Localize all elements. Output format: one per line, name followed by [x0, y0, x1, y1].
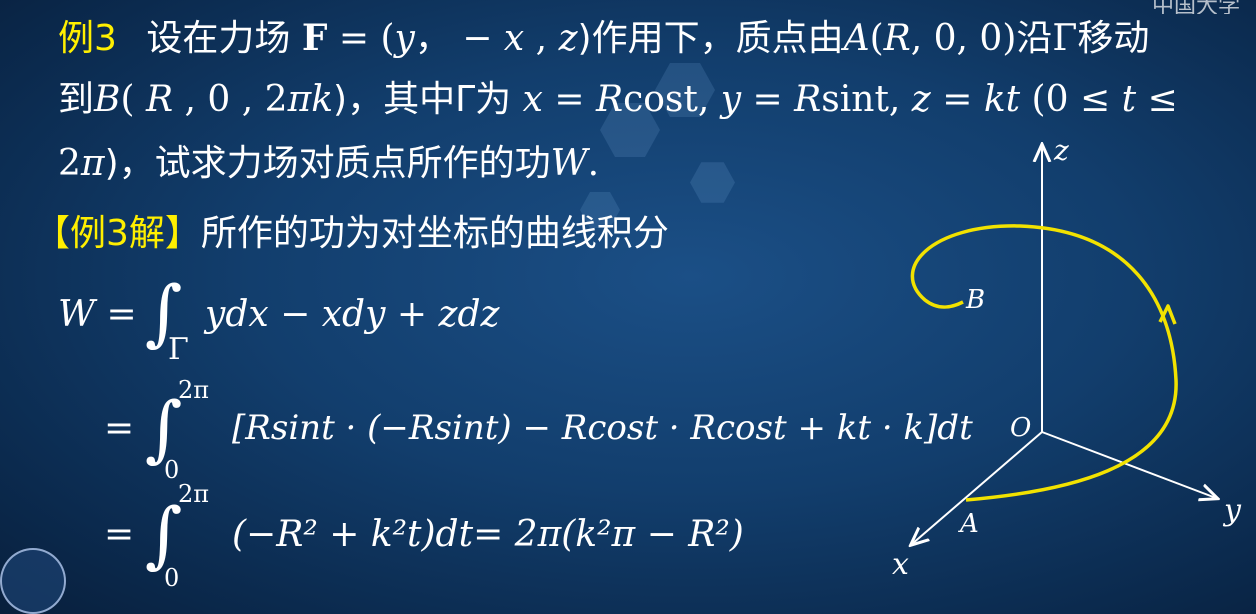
helix-diagram: z y x O A B — [892, 134, 1242, 582]
curve-direction-arrow — [1158, 304, 1177, 325]
point-a-label: A — [958, 509, 979, 539]
helix-curve — [910, 224, 1178, 502]
origin-label: O — [1010, 413, 1031, 443]
axis-label-x: x — [892, 547, 909, 582]
corner-watermark: 中国大学 — [1152, 0, 1241, 14]
y-axis — [1041, 431, 1216, 498]
university-seal-logo — [0, 548, 66, 614]
point-b-label: B — [965, 285, 985, 315]
axis-label-y: y — [1222, 493, 1242, 528]
axis-label-z: z — [1053, 134, 1069, 167]
